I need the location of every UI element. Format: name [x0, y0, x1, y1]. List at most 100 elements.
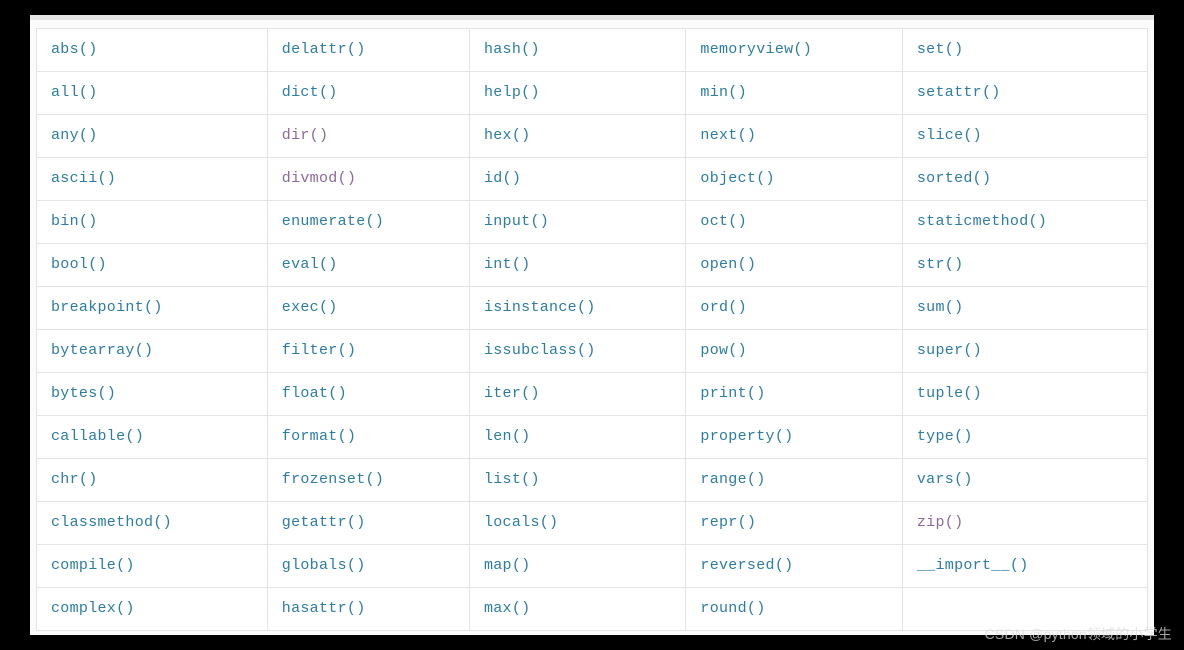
function-link[interactable]: hasattr(): [282, 600, 366, 617]
function-link[interactable]: breakpoint(): [51, 299, 163, 316]
function-link[interactable]: int(): [484, 256, 531, 273]
table-cell: ascii(): [37, 158, 268, 201]
table-body: abs() delattr() hash() memoryview() set() all…: [37, 29, 1148, 631]
function-link[interactable]: bin(): [51, 213, 98, 230]
table-cell: bool(): [37, 244, 268, 287]
table-cell: oct(): [686, 201, 902, 244]
function-link[interactable]: str(): [917, 256, 964, 273]
table-cell: max(): [469, 588, 685, 631]
function-link[interactable]: bool(): [51, 256, 107, 273]
function-link[interactable]: help(): [484, 84, 540, 101]
function-link[interactable]: super(): [917, 342, 982, 359]
function-link[interactable]: range(): [700, 471, 765, 488]
function-link[interactable]: abs(): [51, 41, 98, 58]
table-cell: dir(): [267, 115, 469, 158]
function-link[interactable]: pow(): [700, 342, 747, 359]
table-cell: str(): [902, 244, 1147, 287]
function-link[interactable]: format(): [282, 428, 356, 445]
function-link[interactable]: compile(): [51, 557, 135, 574]
function-link[interactable]: setattr(): [917, 84, 1001, 101]
function-link[interactable]: getattr(): [282, 514, 366, 531]
function-link[interactable]: min(): [700, 84, 747, 101]
table-cell: bytearray(): [37, 330, 268, 373]
table-cell: ord(): [686, 287, 902, 330]
function-link[interactable]: eval(): [282, 256, 338, 273]
function-link[interactable]: classmethod(): [51, 514, 172, 531]
table-cell: classmethod(): [37, 502, 268, 545]
function-link[interactable]: list(): [484, 471, 540, 488]
function-link[interactable]: property(): [700, 428, 793, 445]
function-link[interactable]: zip(): [917, 514, 964, 531]
function-link[interactable]: filter(): [282, 342, 356, 359]
function-link[interactable]: all(): [51, 84, 98, 101]
table-cell: staticmethod(): [902, 201, 1147, 244]
function-link[interactable]: memoryview(): [700, 41, 812, 58]
function-link[interactable]: slice(): [917, 127, 982, 144]
function-link[interactable]: chr(): [51, 471, 98, 488]
function-link[interactable]: isinstance(): [484, 299, 596, 316]
function-link[interactable]: set(): [917, 41, 964, 58]
function-link[interactable]: id(): [484, 170, 521, 187]
function-link[interactable]: tuple(): [917, 385, 982, 402]
table-cell: iter(): [469, 373, 685, 416]
table-cell: enumerate(): [267, 201, 469, 244]
function-link[interactable]: bytearray(): [51, 342, 153, 359]
function-link[interactable]: exec(): [282, 299, 338, 316]
table-cell: range(): [686, 459, 902, 502]
function-link[interactable]: enumerate(): [282, 213, 384, 230]
function-link[interactable]: max(): [484, 600, 531, 617]
function-link[interactable]: round(): [700, 600, 765, 617]
function-link[interactable]: dict(): [282, 84, 338, 101]
function-link[interactable]: len(): [484, 428, 531, 445]
table-cell: open(): [686, 244, 902, 287]
table-cell: repr(): [686, 502, 902, 545]
table-cell: __import__(): [902, 545, 1147, 588]
function-link[interactable]: frozenset(): [282, 471, 384, 488]
function-link[interactable]: locals(): [484, 514, 558, 531]
function-link[interactable]: callable(): [51, 428, 144, 445]
function-link[interactable]: sum(): [917, 299, 964, 316]
function-link[interactable]: ascii(): [51, 170, 116, 187]
table-cell: id(): [469, 158, 685, 201]
function-link[interactable]: any(): [51, 127, 98, 144]
function-link[interactable]: issubclass(): [484, 342, 596, 359]
table-cell: globals(): [267, 545, 469, 588]
function-link[interactable]: map(): [484, 557, 531, 574]
table-row: abs() delattr() hash() memoryview() set(): [37, 29, 1148, 72]
table-cell: format(): [267, 416, 469, 459]
function-link[interactable]: __import__(): [917, 557, 1029, 574]
function-link[interactable]: ord(): [700, 299, 747, 316]
table-cell: exec(): [267, 287, 469, 330]
function-link[interactable]: hash(): [484, 41, 540, 58]
table-row: chr() frozenset() list() range() vars(): [37, 459, 1148, 502]
function-link[interactable]: sorted(): [917, 170, 991, 187]
function-link[interactable]: oct(): [700, 213, 747, 230]
function-link[interactable]: staticmethod(): [917, 213, 1047, 230]
function-link[interactable]: vars(): [917, 471, 973, 488]
table-cell: frozenset(): [267, 459, 469, 502]
function-link[interactable]: divmod(): [282, 170, 356, 187]
function-link[interactable]: next(): [700, 127, 756, 144]
function-link[interactable]: globals(): [282, 557, 366, 574]
function-link[interactable]: type(): [917, 428, 973, 445]
function-link[interactable]: delattr(): [282, 41, 366, 58]
table-cell: callable(): [37, 416, 268, 459]
function-link[interactable]: object(): [700, 170, 774, 187]
function-link[interactable]: repr(): [700, 514, 756, 531]
table-cell: pow(): [686, 330, 902, 373]
document-page: abs() delattr() hash() memoryview() set() all…: [30, 15, 1154, 635]
table-cell: help(): [469, 72, 685, 115]
function-link[interactable]: open(): [700, 256, 756, 273]
function-link[interactable]: complex(): [51, 600, 135, 617]
table-cell: zip(): [902, 502, 1147, 545]
table-cell: [902, 588, 1147, 631]
function-link[interactable]: iter(): [484, 385, 540, 402]
function-link[interactable]: print(): [700, 385, 765, 402]
function-link[interactable]: hex(): [484, 127, 531, 144]
table-row: bytearray() filter() issubclass() pow() supe…: [37, 330, 1148, 373]
function-link[interactable]: input(): [484, 213, 549, 230]
function-link[interactable]: bytes(): [51, 385, 116, 402]
function-link[interactable]: reversed(): [700, 557, 793, 574]
function-link[interactable]: dir(): [282, 127, 329, 144]
function-link[interactable]: float(): [282, 385, 347, 402]
